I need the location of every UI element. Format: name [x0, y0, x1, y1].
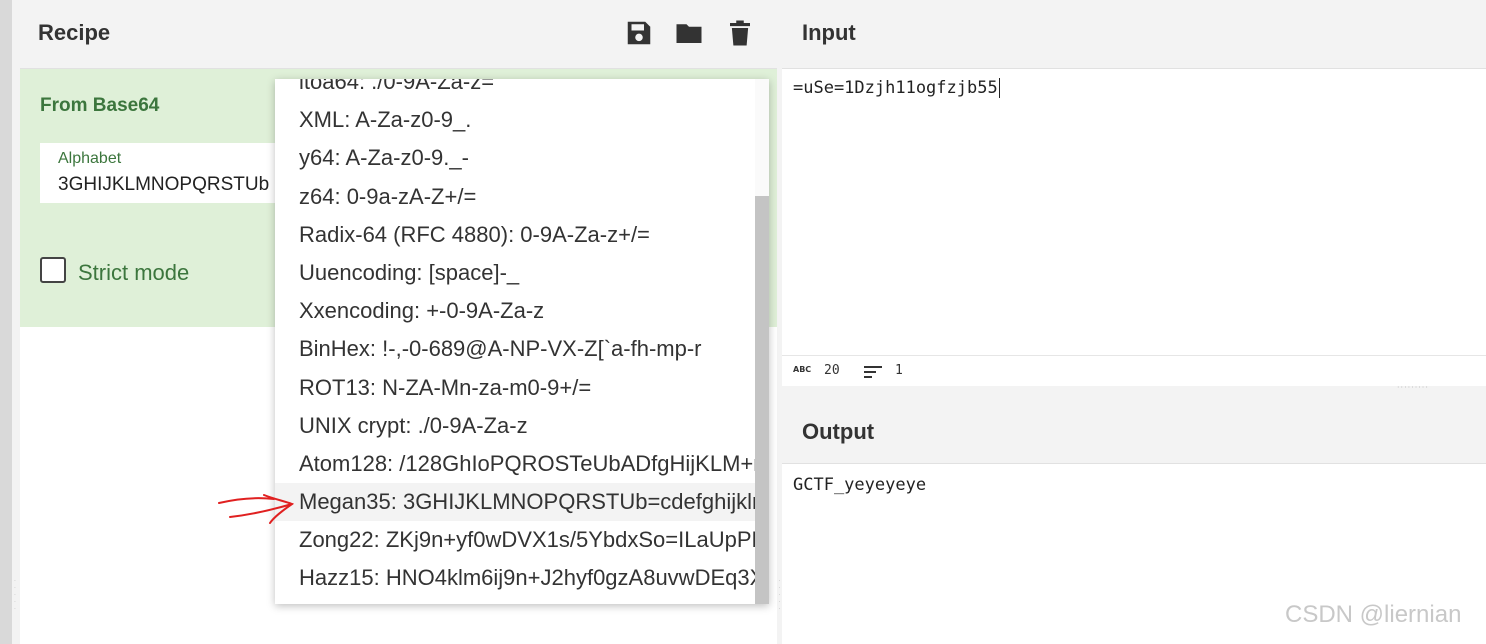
alphabet-option[interactable]: y64: A-Za-z0-9._-: [275, 139, 755, 177]
dropdown-scrollbar[interactable]: [755, 79, 769, 604]
alphabet-option[interactable]: Uuencoding: [space]-_: [275, 254, 755, 292]
alphabet-dropdown[interactable]: itoa64: ./0-9A-Za-z= XML: A-Za-z0-9_. y64:…: [275, 79, 769, 604]
recipe-header: Recipe: [20, 0, 777, 69]
alphabet-option[interactable]: XML: A-Za-z0-9_.: [275, 101, 755, 139]
recipe-title: Recipe: [38, 20, 111, 45]
alphabet-option[interactable]: z64: 0-9a-zA-Z+/=: [275, 178, 755, 216]
alphabet-option[interactable]: UNIX crypt: ./0-9A-Za-z: [275, 407, 755, 445]
alphabet-option[interactable]: itoa64: ./0-9A-Za-z=: [275, 79, 755, 101]
input-header: Input: [782, 0, 1486, 69]
alphabet-option[interactable]: ROT13: N-ZA-Mn-za-m0-9+/=: [275, 369, 755, 407]
left-gutter: [0, 0, 20, 644]
input-text[interactable]: =uSe=1Dzjh11ogfzjb55: [793, 78, 1000, 98]
io-splitter-handle[interactable]: ·········: [1397, 383, 1429, 392]
trash-icon[interactable]: [725, 18, 755, 48]
folder-icon[interactable]: [674, 18, 704, 48]
input-status-bar: ABC 20 1: [782, 355, 1486, 387]
operations-pane-edge[interactable]: [0, 0, 12, 644]
alphabet-input[interactable]: 3GHIJKLMNOPQRSTUb: [58, 174, 269, 196]
red-arrow-annotation: [218, 494, 295, 524]
watermark: CSDN @liernian: [1285, 601, 1462, 628]
output-title: Output: [802, 419, 875, 444]
dropdown-scrollbar-thumb[interactable]: [755, 196, 769, 604]
char-count: 20: [824, 363, 840, 378]
output-header: Output: [782, 392, 1486, 464]
alphabet-option[interactable]: BinHex: !-,-0-689@A-NP-VX-Z[`a-fh-mp-r: [275, 330, 755, 368]
alphabet-option[interactable]: Radix-64 (RFC 4880): 0-9A-Za-z+/=: [275, 216, 755, 254]
input-title: Input: [802, 20, 856, 45]
alphabet-label: Alphabet: [58, 150, 122, 167]
char-count-icon: ABC: [793, 365, 812, 374]
alphabet-option[interactable]: Atom128: /128GhIoPQROSTeUbADfgHijKLM+n0p…: [275, 445, 755, 483]
alphabet-option[interactable]: Hazz15: HNO4klm6ij9n+J2hyf0gzA8uvwDEq3X1…: [275, 559, 755, 597]
input-textarea[interactable]: =uSe=1Dzjh11ogfzjb55: [782, 69, 1486, 355]
line-count: 1: [895, 363, 903, 378]
save-icon[interactable]: [624, 18, 654, 48]
alphabet-option[interactable]: Xxencoding: +-0-9A-Za-z: [275, 292, 755, 330]
output-text[interactable]: GCTF_yeyeyeye: [793, 475, 926, 495]
line-count-icon: [864, 366, 882, 378]
alphabet-option[interactable]: Zong22: ZKj9n+yf0wDVX1s/5YbdxSo=ILaUpPBC…: [275, 521, 755, 559]
strict-mode-label[interactable]: Strict mode: [78, 260, 189, 286]
alphabet-dropdown-list: itoa64: ./0-9A-Za-z= XML: A-Za-z0-9_. y64:…: [275, 79, 755, 598]
resize-handle-left[interactable]: · · · · ·: [14, 578, 19, 613]
alphabet-field[interactable]: Alphabet 3GHIJKLMNOPQRSTUb: [40, 143, 280, 203]
alphabet-option[interactable]: Megan35: 3GHIJKLMNOPQRSTUb=cdefghijklmno…: [275, 483, 755, 522]
operation-title: From Base64: [40, 95, 160, 116]
strict-mode-checkbox[interactable]: [40, 257, 66, 283]
